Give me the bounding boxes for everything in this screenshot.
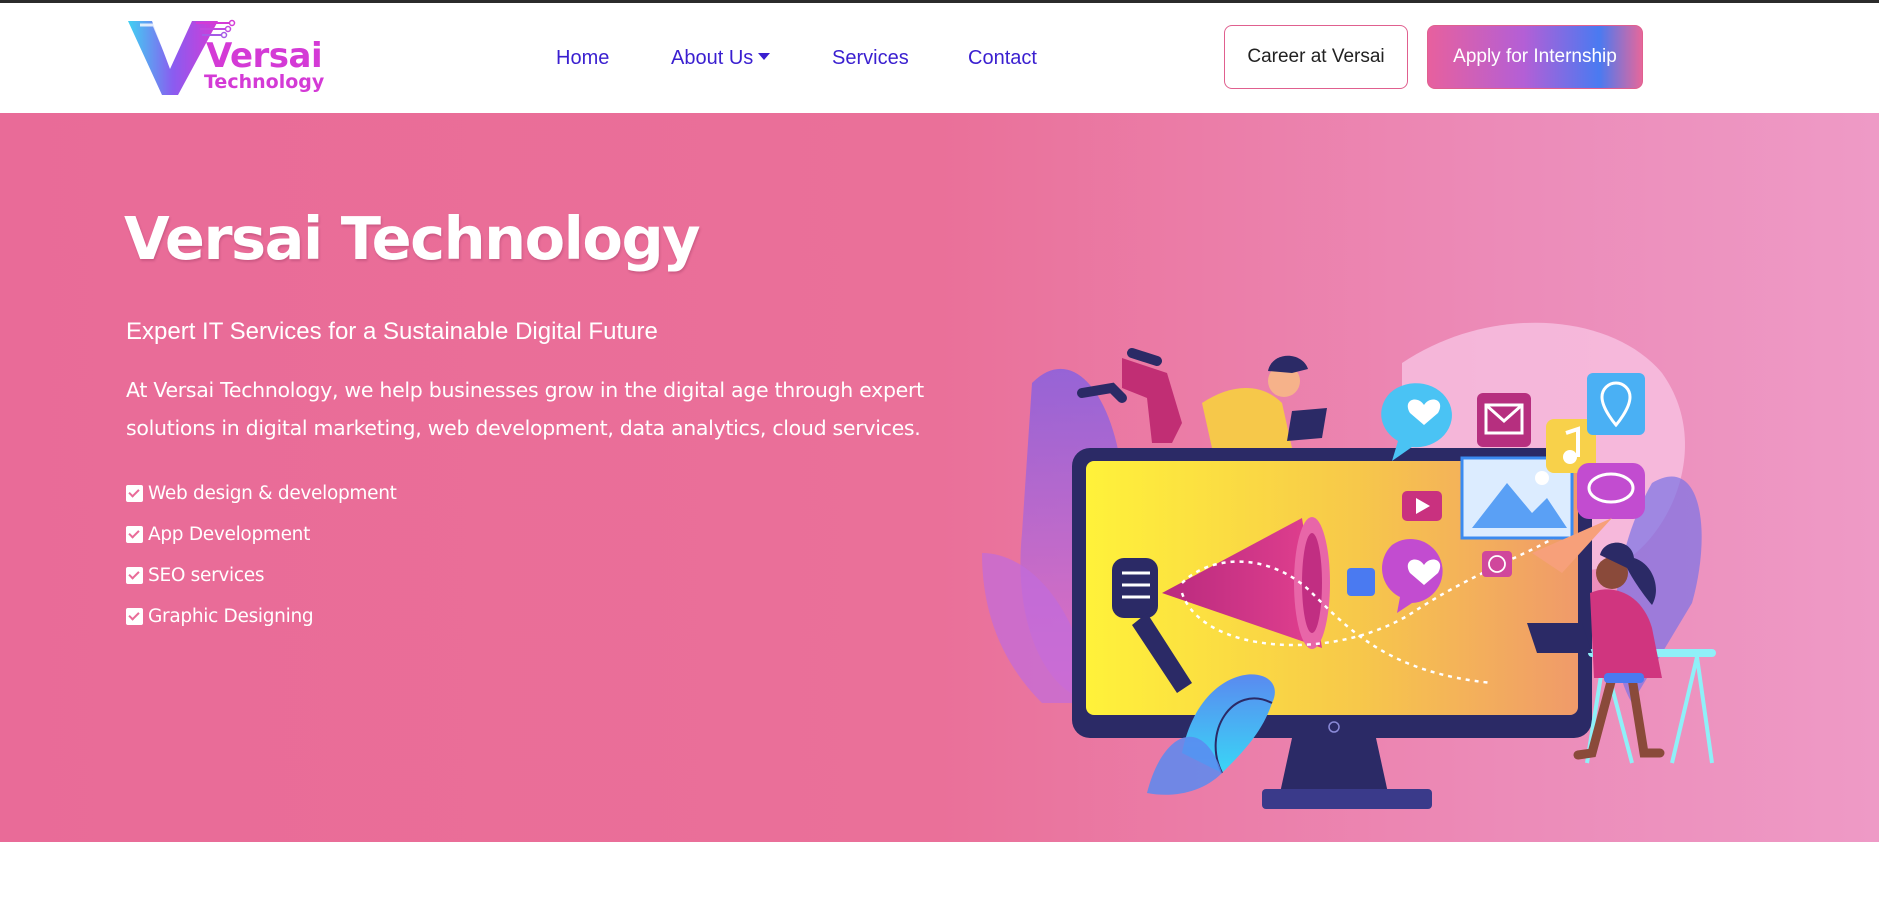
checkbox-checked-icon bbox=[126, 526, 143, 543]
checkbox-checked-icon bbox=[126, 567, 143, 584]
hero-section: Versai Technology Expert IT Services for… bbox=[0, 113, 1879, 842]
site-header: Versai Technology Home About Us Services… bbox=[0, 3, 1879, 113]
digital-marketing-illustration bbox=[982, 322, 1716, 809]
checkbox-checked-icon bbox=[126, 608, 143, 625]
feature-item: App Development bbox=[126, 514, 397, 555]
feature-list: Web design & development App Development… bbox=[126, 473, 397, 637]
feature-label: App Development bbox=[148, 524, 311, 545]
checkbox-checked-icon bbox=[126, 485, 143, 502]
brand-logo[interactable]: Versai Technology bbox=[126, 17, 324, 97]
caret-down-icon bbox=[758, 53, 771, 61]
feature-label: SEO services bbox=[148, 565, 265, 586]
hero-subtitle: Expert IT Services for a Sustainable Dig… bbox=[126, 318, 658, 345]
feature-label: Graphic Designing bbox=[148, 606, 314, 627]
nav-about-us-label: About Us bbox=[671, 47, 754, 69]
nav-home[interactable]: Home bbox=[556, 47, 609, 70]
nav-services[interactable]: Services bbox=[832, 47, 909, 70]
feature-item: Web design & development bbox=[126, 473, 397, 514]
career-button[interactable]: Career at Versai bbox=[1224, 25, 1408, 89]
logo-word-versai: Versai bbox=[206, 36, 323, 76]
nav-about-us[interactable]: About Us bbox=[671, 47, 771, 70]
feature-item: SEO services bbox=[126, 555, 397, 596]
hero-title: Versai Technology bbox=[124, 204, 701, 273]
logo-word-technology: Technology bbox=[204, 71, 325, 93]
feature-label: Web design & development bbox=[148, 483, 397, 504]
nav-contact[interactable]: Contact bbox=[968, 47, 1037, 70]
apply-internship-button[interactable]: Apply for Internship bbox=[1427, 25, 1643, 89]
feature-item: Graphic Designing bbox=[126, 596, 397, 637]
hero-description: At Versai Technology, we help businesses… bbox=[126, 378, 924, 440]
